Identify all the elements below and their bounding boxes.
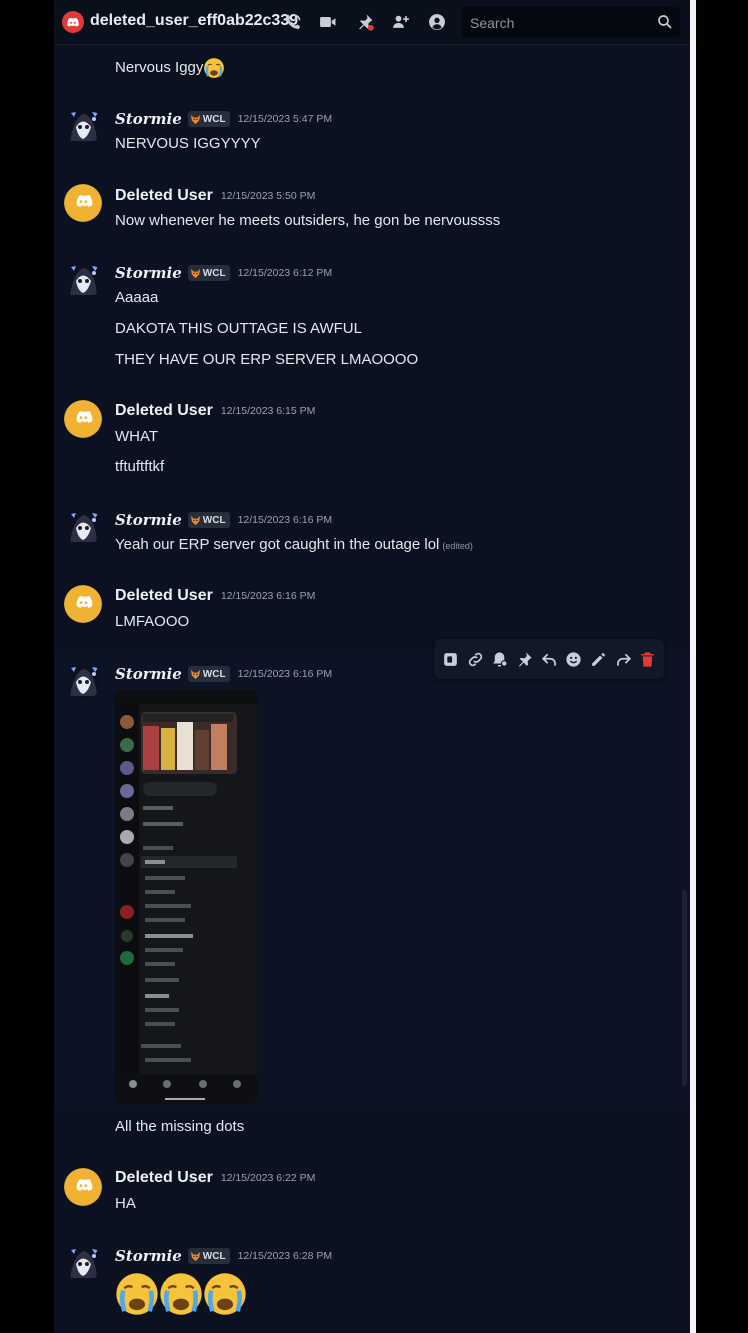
fox-icon bbox=[190, 114, 200, 124]
username[interactable]: Deleted User bbox=[115, 402, 213, 420]
fox-icon bbox=[190, 669, 200, 679]
server-tag[interactable]: WCL bbox=[187, 512, 230, 528]
mark-unread-icon[interactable] bbox=[487, 647, 512, 672]
message-text: WHAT bbox=[115, 428, 159, 445]
window-edge bbox=[690, 0, 696, 1333]
search-icon[interactable] bbox=[656, 13, 674, 31]
username[interactable]: Stormie bbox=[115, 1247, 182, 1265]
timestamp: 12/15/2023 6:16 PM bbox=[237, 514, 333, 526]
phone-screenshot-image bbox=[115, 690, 257, 1104]
crying-face-emoji[interactable] bbox=[114, 1271, 160, 1317]
dm-chat-window: deleted_user_eff0ab22c339 Nervous Iggy bbox=[54, 0, 690, 1333]
message-text: Aaaaa bbox=[115, 289, 159, 306]
timestamp: 12/15/2023 6:16 PM bbox=[220, 590, 316, 602]
timestamp: 12/15/2023 6:22 PM bbox=[220, 1172, 316, 1184]
channel-header: deleted_user_eff0ab22c339 bbox=[54, 0, 690, 45]
video-call-icon[interactable] bbox=[317, 11, 339, 33]
timestamp: 12/15/2023 5:47 PM bbox=[237, 113, 333, 125]
timestamp: 12/15/2023 5:50 PM bbox=[220, 190, 316, 202]
edit-icon[interactable] bbox=[586, 647, 611, 672]
channel-name: deleted_user_eff0ab22c339 bbox=[90, 12, 299, 29]
pin-icon[interactable] bbox=[512, 647, 537, 672]
server-tag[interactable]: WCL bbox=[187, 111, 230, 127]
stormie-avatar[interactable] bbox=[64, 261, 102, 299]
deleted-user-avatar[interactable] bbox=[64, 1168, 102, 1206]
server-tag[interactable]: WCL bbox=[187, 265, 230, 281]
search-bar[interactable] bbox=[462, 7, 680, 37]
deleted-user-avatar[interactable] bbox=[64, 585, 102, 623]
scrollbar[interactable] bbox=[682, 890, 687, 1086]
stormie-avatar[interactable] bbox=[64, 107, 102, 145]
username[interactable]: Stormie bbox=[115, 110, 182, 128]
message-text: tftuftftkf bbox=[115, 458, 165, 475]
fox-icon bbox=[190, 268, 200, 278]
crying-face-emoji[interactable] bbox=[203, 57, 225, 79]
message-text: HA bbox=[115, 1195, 136, 1212]
search-input[interactable] bbox=[468, 13, 652, 33]
dm-user-avatar[interactable] bbox=[62, 11, 84, 33]
deleted-user-avatar[interactable] bbox=[64, 184, 102, 222]
image-attachment[interactable] bbox=[115, 690, 257, 1104]
message-text: Nervous Iggy bbox=[115, 57, 225, 79]
message-actions-toolbar bbox=[434, 639, 664, 679]
message-text: LMFAOOO bbox=[115, 613, 190, 630]
message-text: Yeah our ERP server got caught in the ou… bbox=[115, 536, 473, 553]
fox-icon bbox=[190, 515, 200, 525]
message-text: DAKOTA THIS OUTTAGE IS AWFUL bbox=[115, 320, 362, 337]
timestamp: 12/15/2023 6:16 PM bbox=[237, 668, 333, 680]
username[interactable]: Deleted User bbox=[115, 1169, 213, 1187]
fox-icon bbox=[190, 1251, 200, 1261]
stormie-avatar[interactable] bbox=[64, 508, 102, 546]
timestamp: 12/15/2023 6:15 PM bbox=[220, 405, 316, 417]
crying-face-emoji[interactable] bbox=[202, 1271, 248, 1317]
server-tag[interactable]: WCL bbox=[187, 1248, 230, 1264]
user-profile-icon[interactable] bbox=[426, 11, 448, 33]
delete-icon[interactable] bbox=[635, 647, 660, 672]
message-text: Now whenever he meets outsiders, he gon … bbox=[115, 212, 501, 229]
username[interactable]: Stormie bbox=[115, 511, 182, 529]
message-text: All the missing dots bbox=[115, 1118, 245, 1135]
edited-label: (edited) bbox=[442, 541, 473, 551]
username[interactable]: Stormie bbox=[115, 264, 182, 282]
phone-call-icon[interactable] bbox=[282, 11, 304, 33]
timestamp: 12/15/2023 6:28 PM bbox=[237, 1250, 333, 1262]
app-icon[interactable] bbox=[438, 647, 463, 672]
stormie-avatar[interactable] bbox=[64, 1244, 102, 1282]
timestamp: 12/15/2023 6:12 PM bbox=[237, 267, 333, 279]
add-friends-icon[interactable] bbox=[390, 11, 412, 33]
server-tag[interactable]: WCL bbox=[187, 666, 230, 682]
crying-face-emoji[interactable] bbox=[158, 1271, 204, 1317]
username[interactable]: Stormie bbox=[115, 665, 182, 683]
forward-icon[interactable] bbox=[611, 647, 636, 672]
copy-link-icon[interactable] bbox=[463, 647, 488, 672]
pinned-messages-icon[interactable] bbox=[354, 11, 376, 33]
stormie-avatar[interactable] bbox=[64, 662, 102, 700]
deleted-user-avatar[interactable] bbox=[64, 400, 102, 438]
reply-icon[interactable] bbox=[537, 647, 562, 672]
discord-logo-icon bbox=[67, 17, 79, 27]
message-text: THEY HAVE OUR ERP SERVER LMAOOOO bbox=[115, 351, 419, 368]
username[interactable]: Deleted User bbox=[115, 187, 213, 205]
username[interactable]: Deleted User bbox=[115, 587, 213, 605]
add-reaction-icon[interactable] bbox=[561, 647, 586, 672]
message-text: NERVOUS IGGYYYY bbox=[115, 135, 261, 152]
